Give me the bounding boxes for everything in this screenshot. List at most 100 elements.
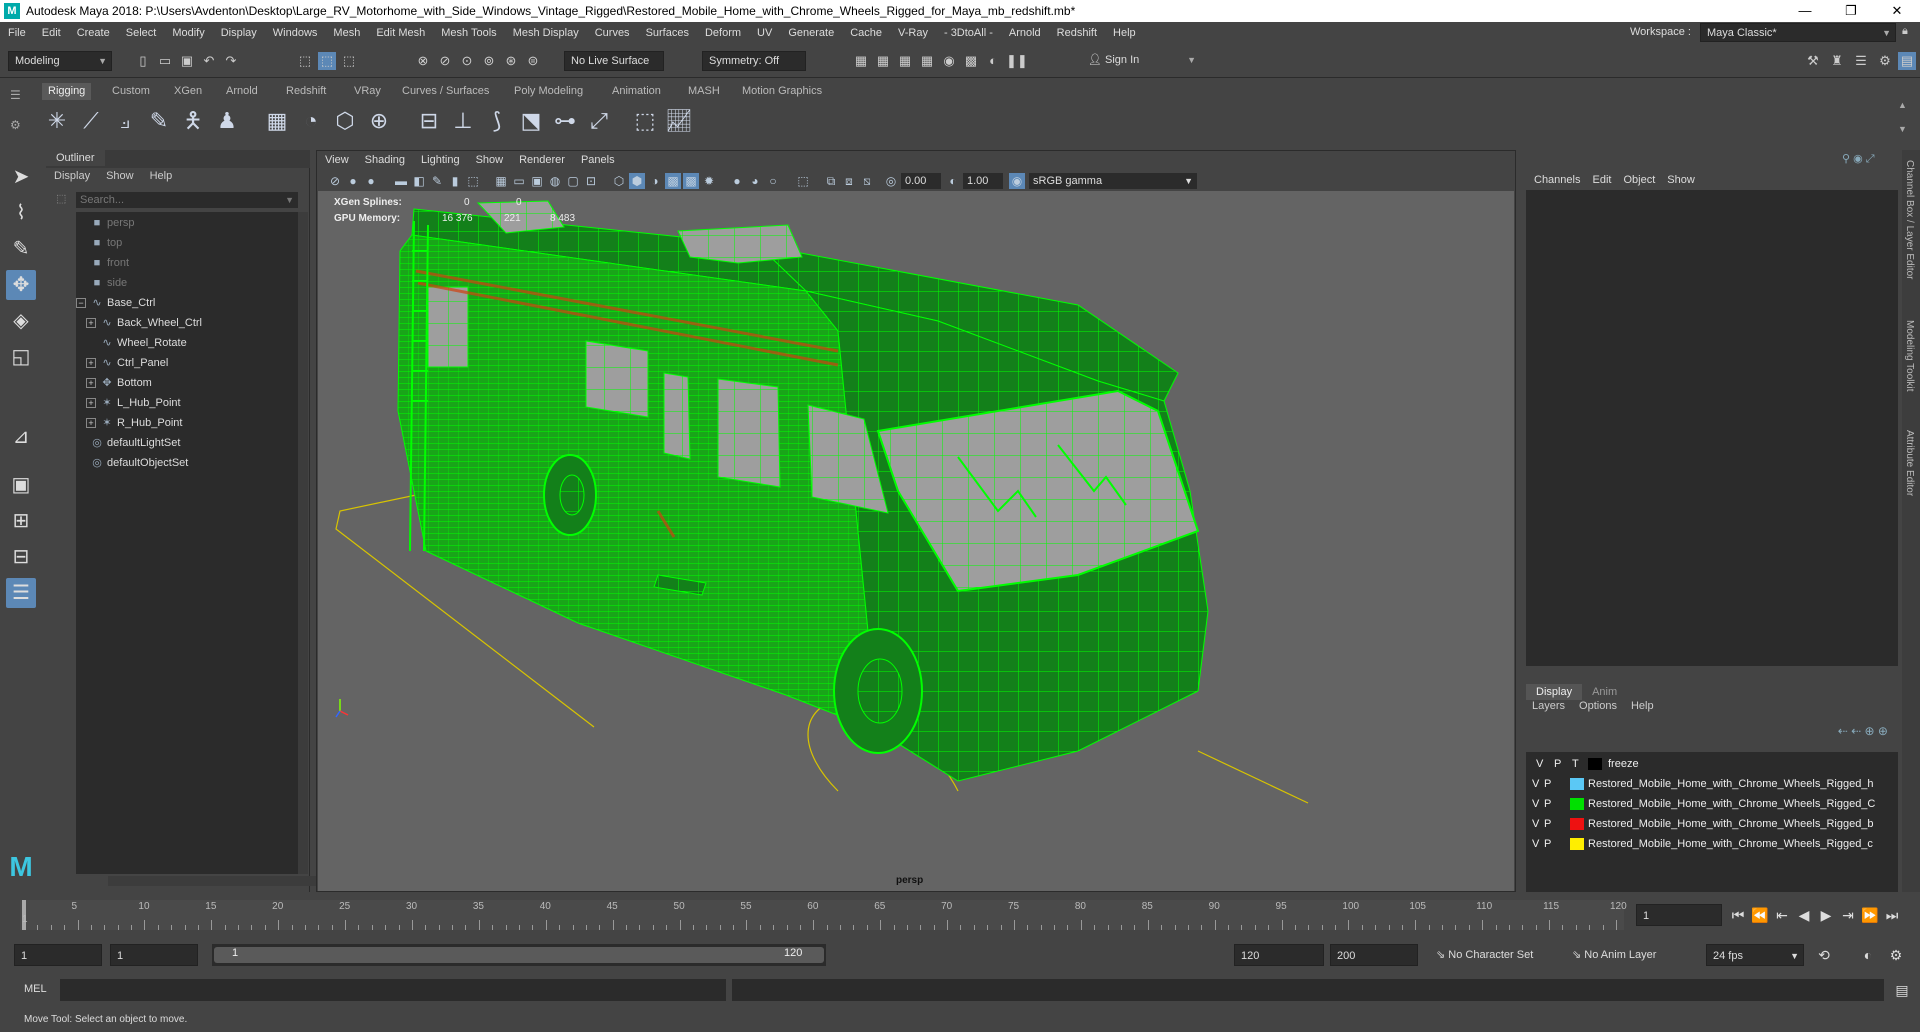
- layer-visibility-toggle[interactable]: V: [1532, 774, 1539, 794]
- menu-edit-mesh[interactable]: Edit Mesh: [368, 27, 433, 39]
- undo-icon[interactable]: ↶: [200, 52, 218, 70]
- xray-joints-icon[interactable]: ⧈: [841, 173, 857, 189]
- select-hierarchy-icon[interactable]: ⬚: [296, 52, 314, 70]
- shelf-tab-vray[interactable]: VRay: [348, 83, 387, 100]
- layer-tab-display[interactable]: Display: [1526, 684, 1583, 700]
- channel-box-area[interactable]: [1526, 190, 1898, 666]
- layer-color-swatch[interactable]: [1570, 818, 1584, 830]
- resolution-gate-icon[interactable]: ▭: [511, 173, 527, 189]
- live-surface-field[interactable]: No Live Surface: [564, 51, 664, 71]
- film-gate-icon[interactable]: ▦: [493, 173, 509, 189]
- layer-visibility-toggle[interactable]: V: [1532, 834, 1539, 854]
- range-handle[interactable]: [214, 947, 824, 963]
- side-tab-modeling-toolkit[interactable]: Modeling Toolkit: [1904, 320, 1915, 392]
- step-forward-key-icon[interactable]: ⏩: [1860, 904, 1880, 926]
- menu-create[interactable]: Create: [69, 27, 118, 39]
- expand-toggle-icon[interactable]: +: [86, 358, 96, 369]
- expand-toggle-icon[interactable]: −: [76, 298, 86, 309]
- create-joints-icon[interactable]: ✳: [42, 106, 72, 136]
- viewport-menu-show[interactable]: Show: [468, 154, 512, 166]
- outliner-item[interactable]: − ∿ Base_Ctrl: [76, 294, 155, 312]
- symmetry-select[interactable]: Symmetry: Off: [702, 51, 806, 71]
- smooth-shade-icon[interactable]: ⬢: [629, 173, 645, 189]
- hypershade-icon[interactable]: ◉: [940, 52, 958, 70]
- outliner-item[interactable]: + ∿ Ctrl_Panel: [86, 354, 168, 372]
- quick-rig-icon[interactable]: ♟: [212, 106, 242, 136]
- graph-editor-icon[interactable]: 📈︎: [664, 106, 694, 136]
- lasso-tool-icon[interactable]: ⌇: [6, 198, 36, 228]
- exposure-icon[interactable]: ◎: [883, 173, 899, 189]
- channel-box-menu-channels[interactable]: Channels: [1532, 174, 1590, 186]
- gate-mask-icon[interactable]: ▣: [529, 173, 545, 189]
- anim-layer-select[interactable]: ⇘ No Anim Layer: [1566, 944, 1680, 966]
- outliner-search-input[interactable]: Search... ▼: [76, 192, 298, 208]
- outliner-item[interactable]: + ✶ L_Hub_Point: [86, 394, 181, 412]
- light-editor-icon[interactable]: ◐: [984, 52, 1002, 70]
- go-to-start-icon[interactable]: ⏮: [1728, 904, 1748, 926]
- menu-redshift[interactable]: Redshift: [1049, 27, 1105, 39]
- outliner-item[interactable]: ◎ defaultObjectSet: [76, 454, 188, 472]
- bind-skin-icon[interactable]: ⊟: [414, 106, 444, 136]
- wireframe-icon[interactable]: ⬡: [611, 173, 627, 189]
- channel-box-menu-edit[interactable]: Edit: [1590, 174, 1621, 186]
- outliner-horizontal-scrollbar[interactable]: [108, 876, 334, 886]
- range-bar[interactable]: 1 120: [212, 944, 826, 966]
- two-view-icon[interactable]: ⊟: [6, 542, 36, 572]
- expand-toggle-icon[interactable]: +: [86, 378, 96, 389]
- shelf-tab-curves-surfaces[interactable]: Curves / Surfaces: [396, 83, 495, 100]
- bookmark-flag-icon[interactable]: ▮: [447, 173, 463, 189]
- camera-select-icon[interactable]: ⊘: [327, 173, 343, 189]
- textured-icon[interactable]: ▩: [683, 173, 699, 189]
- menu-curves[interactable]: Curves: [587, 27, 638, 39]
- menu-modify[interactable]: Modify: [164, 27, 212, 39]
- shadows-icon[interactable]: ●: [729, 173, 745, 189]
- pole-vector-icon[interactable]: ⤢: [584, 106, 614, 136]
- new-scene-icon[interactable]: ▯: [134, 52, 152, 70]
- expand-toggle-icon[interactable]: +: [86, 398, 96, 409]
- safe-action-icon[interactable]: ▢: [565, 173, 581, 189]
- outliner-item[interactable]: ■ persp: [76, 214, 135, 232]
- select-tool-icon[interactable]: ➤: [6, 162, 36, 192]
- animation-start-field[interactable]: 1: [14, 944, 102, 966]
- default-material-icon[interactable]: ◑: [647, 173, 663, 189]
- humanik-icon[interactable]: 🯅︎: [178, 106, 208, 136]
- exposure-field[interactable]: 0.00: [901, 173, 941, 189]
- go-to-end-icon[interactable]: ⏭: [1882, 904, 1902, 926]
- wrap-icon[interactable]: ⬡: [330, 106, 360, 136]
- shelf-menu-icon[interactable]: ☰: [10, 88, 21, 102]
- ik-handle-icon[interactable]: ⟋: [76, 106, 106, 136]
- render-view-icon[interactable]: ▦: [852, 52, 870, 70]
- move-tool-icon[interactable]: ✥: [6, 270, 36, 300]
- gamma-icon[interactable]: ◐: [945, 173, 961, 189]
- menu-deform[interactable]: Deform: [697, 27, 749, 39]
- layer-playback-toggle[interactable]: P: [1544, 794, 1551, 814]
- time-ruler[interactable]: 1 5 10 15 20 25 30 35 40 45 50 55 60 65 70 75 80 85 90 95 10…: [20, 900, 1627, 930]
- outliner-item[interactable]: ◎ defaultLightSet: [76, 434, 180, 452]
- menu-uv[interactable]: UV: [749, 27, 780, 39]
- outliner-layout-icon[interactable]: ☰: [6, 578, 36, 608]
- wire-deformer-icon[interactable]: ⊕: [364, 106, 394, 136]
- layer-visibility-toggle[interactable]: V: [1532, 794, 1539, 814]
- layer-menu-layers[interactable]: Layers: [1532, 700, 1579, 712]
- point-constraint-icon[interactable]: ⊥: [448, 106, 478, 136]
- paint-select-icon[interactable]: ✎: [6, 234, 36, 264]
- close-button[interactable]: ✕: [1874, 0, 1920, 22]
- snap-point-icon[interactable]: ⊙: [458, 52, 476, 70]
- outliner-item[interactable]: ■ side: [76, 274, 128, 292]
- layer-row[interactable]: V P Restored_Mobile_Home_with_Chrome_Wheel…: [1526, 774, 1898, 794]
- modeling-toolkit-icon[interactable]: ⚒: [1804, 52, 1822, 70]
- layer-visibility-toggle[interactable]: V: [1532, 814, 1539, 834]
- color-management-icon[interactable]: ◉: [1009, 173, 1025, 189]
- layer-color-swatch[interactable]: [1570, 838, 1584, 850]
- grid-toggle-icon[interactable]: ⬚: [465, 173, 481, 189]
- fps-select[interactable]: 24 fps ▼: [1706, 944, 1804, 966]
- cube-icon[interactable]: ⬚: [630, 106, 660, 136]
- select-component-icon[interactable]: ⬚: [340, 52, 358, 70]
- layer-action-icons[interactable]: ⇠ ⇠ ⊕ ⊕: [1838, 724, 1888, 738]
- viewport-menu-renderer[interactable]: Renderer: [511, 154, 573, 166]
- ipr-render-icon[interactable]: ▦: [896, 52, 914, 70]
- shelf-tab-animation[interactable]: Animation: [606, 83, 667, 100]
- outliner-item[interactable]: ■ front: [76, 254, 129, 272]
- command-input[interactable]: [60, 979, 726, 1001]
- viewport-menu-panels[interactable]: Panels: [573, 154, 623, 166]
